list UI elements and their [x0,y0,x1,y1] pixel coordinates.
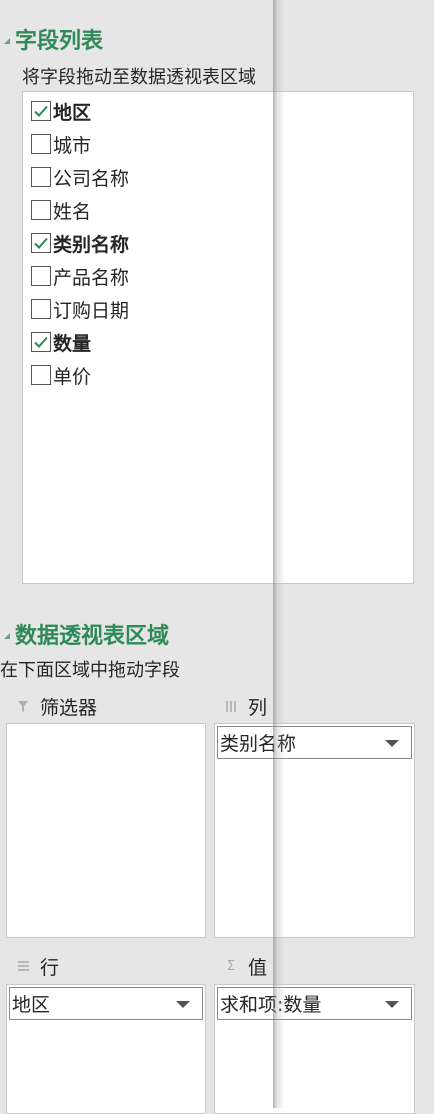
filters-label: 筛选器 [40,696,98,719]
values-drop-area[interactable]: 求和项:数量 [214,984,415,1114]
checkbox[interactable] [31,233,51,253]
pivot-areas-hint: 在下面区域中拖动字段 [0,660,180,681]
checkbox[interactable] [31,134,51,154]
columns-label: 列 [248,696,268,719]
dropdown-arrow-icon[interactable] [176,1001,190,1008]
field-item-label: 数量 [53,332,92,355]
field-item-region[interactable]: 地区 [31,97,91,125]
field-item-order-date[interactable]: 订购日期 [31,295,129,323]
field-item-product[interactable]: 产品名称 [31,262,129,290]
rows-area-label: 行 [16,953,59,979]
field-item-label: 单价 [53,365,92,388]
values-field-pill[interactable]: 求和项:数量 [217,987,412,1020]
collapse-triangle-icon[interactable] [4,633,10,639]
field-list-title: 字段列表 [15,29,104,54]
rows-icon [16,960,30,972]
pivot-areas-header[interactable]: 数据透视表区域 [0,619,169,649]
dropdown-arrow-icon[interactable] [385,1001,399,1008]
field-list-box: 地区 城市 公司名称 姓名 类别名称 产品名称 订购日期 数量 单价 [22,91,414,584]
checkbox[interactable] [31,332,51,352]
values-label: 值 [248,956,268,979]
columns-drop-area[interactable]: 类别名称 [214,723,415,938]
field-item-name[interactable]: 姓名 [31,196,91,224]
filters-drop-area[interactable] [6,723,206,938]
checkbox[interactable] [31,266,51,286]
columns-field-label: 类别名称 [220,733,297,755]
filter-icon [16,700,30,713]
dropdown-arrow-icon[interactable] [385,740,399,747]
field-item-label: 姓名 [53,200,92,223]
field-item-label: 公司名称 [53,167,130,190]
columns-field-pill[interactable]: 类别名称 [217,726,412,759]
field-list-hint: 将字段拖动至数据透视表区域 [22,67,256,88]
pivot-areas-title: 数据透视表区域 [15,624,170,649]
field-item-unit-price[interactable]: 单价 [31,361,91,389]
checkbox[interactable] [31,365,51,385]
rows-field-label: 地区 [12,994,51,1016]
sigma-icon: Σ [226,958,236,974]
field-list-header[interactable]: 字段列表 [0,24,103,54]
columns-icon [224,700,238,713]
filters-area-label: 筛选器 [16,693,97,719]
field-item-label: 订购日期 [53,299,130,322]
rows-label: 行 [40,956,60,979]
checkbox[interactable] [31,299,51,319]
field-item-company[interactable]: 公司名称 [31,163,129,191]
values-area-label: Σ 值 [224,953,267,979]
checkbox[interactable] [31,101,51,121]
rows-drop-area[interactable]: 地区 [6,984,206,1114]
field-item-label: 产品名称 [53,266,130,289]
rows-field-pill[interactable]: 地区 [9,987,203,1020]
values-field-label: 求和项:数量 [220,994,322,1016]
checkbox[interactable] [31,200,51,220]
field-item-category[interactable]: 类别名称 [31,229,129,257]
collapse-triangle-icon[interactable] [4,38,10,44]
field-item-city[interactable]: 城市 [31,130,91,158]
field-item-label: 类别名称 [53,233,130,256]
field-item-quantity[interactable]: 数量 [31,328,91,356]
field-item-label: 地区 [53,101,92,124]
checkbox[interactable] [31,167,51,187]
columns-area-label: 列 [224,693,267,719]
field-item-label: 城市 [53,134,92,157]
